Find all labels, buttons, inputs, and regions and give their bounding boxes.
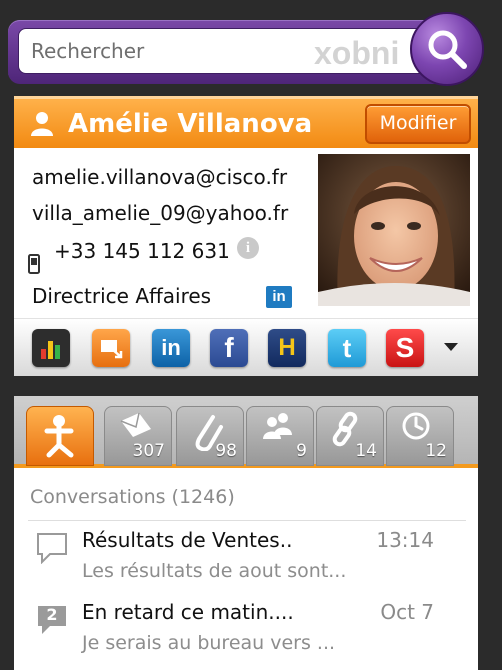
- tab-people-hub[interactable]: [26, 406, 94, 466]
- conversation-item[interactable]: 2 En retard ce matin.... Oct 7 Je serais…: [14, 596, 478, 662]
- facebook-icon[interactable]: f: [210, 329, 248, 367]
- share-icon[interactable]: [92, 329, 130, 367]
- bar-chart-icon[interactable]: [32, 329, 70, 367]
- search-icon: [428, 30, 467, 69]
- twitter-icon[interactable]: t: [328, 329, 366, 367]
- conversation-count-badge: 2: [46, 605, 58, 624]
- search-input[interactable]: [18, 28, 432, 74]
- conversation-time: Oct 7: [380, 600, 434, 624]
- email-primary[interactable]: amelie.villanova@cisco.fr: [32, 164, 287, 190]
- tab-attachments[interactable]: 98: [176, 406, 244, 466]
- contact-photo: [318, 154, 470, 306]
- salesforce-icon[interactable]: S: [386, 329, 424, 367]
- contact-card: Amélie Villanova Modifier amelie.villano…: [14, 96, 478, 376]
- person-icon: [44, 415, 74, 458]
- conversation-subject: Résultats de Ventes..: [82, 528, 293, 552]
- conversations-heading[interactable]: Conversations (1246): [30, 486, 235, 508]
- clock-icon: [402, 412, 430, 440]
- search-button[interactable]: [410, 12, 484, 86]
- conversation-item[interactable]: Résultats de Ventes.. 13:14 Les résultat…: [14, 524, 478, 590]
- info-icon[interactable]: i: [237, 237, 259, 259]
- phone-number[interactable]: +33 145 112 631: [54, 238, 230, 264]
- tab-links[interactable]: 14: [316, 406, 384, 466]
- tab-appointments[interactable]: 12: [386, 406, 454, 466]
- social-toolbar: in f H t S: [14, 318, 478, 376]
- search-bar: xobni: [8, 20, 448, 84]
- conversation-preview: Les résultats de aout sont...: [82, 560, 347, 582]
- search-area: xobni: [8, 6, 492, 86]
- edit-contact-button[interactable]: Modifier: [365, 104, 471, 144]
- person-icon: [31, 112, 53, 136]
- email-secondary[interactable]: villa_amelie_09@yahoo.fr: [32, 200, 288, 226]
- sidebar-panel: 307 98 9 14 12 Conversations (1246) Résu…: [14, 396, 478, 670]
- envelope-icon: [120, 412, 151, 437]
- conversation-subject: En retard ce matin....: [82, 600, 294, 624]
- conversation-preview: Je serais au bureau vers ...: [82, 632, 336, 654]
- linkedin-badge-icon[interactable]: in: [266, 286, 292, 308]
- tab-contacts[interactable]: 9: [246, 406, 314, 466]
- job-title: Directrice Affaires: [32, 284, 212, 308]
- chat-bubble-icon: [37, 533, 67, 564]
- people-icon: [263, 413, 292, 439]
- phone-icon: [28, 254, 40, 274]
- contact-header: Amélie Villanova Modifier: [14, 96, 478, 148]
- contact-name: Amélie Villanova: [68, 109, 313, 139]
- conversation-time: 13:14: [376, 528, 434, 552]
- divider: [28, 520, 466, 521]
- tab-emails[interactable]: 307: [104, 406, 172, 466]
- hoovers-icon[interactable]: H: [268, 329, 306, 367]
- tab-bar: 307 98 9 14 12: [14, 396, 478, 468]
- chevron-down-icon[interactable]: [444, 343, 458, 351]
- linkedin-icon[interactable]: in: [152, 329, 190, 367]
